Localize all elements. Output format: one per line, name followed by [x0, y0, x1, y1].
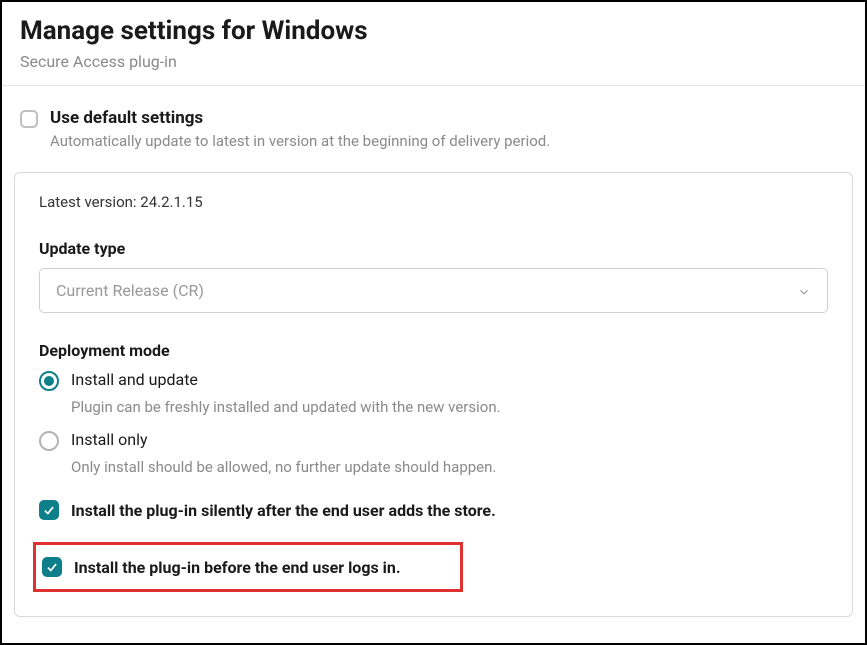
- radio-install-only[interactable]: Install only: [39, 430, 828, 452]
- page-title: Manage settings for Windows: [20, 16, 847, 46]
- highlight-box: Install the plug-in before the end user …: [33, 542, 463, 592]
- default-settings-checkbox[interactable]: [20, 110, 38, 128]
- radio-install-update[interactable]: Install and update: [39, 370, 828, 392]
- radio-install-only-description: Only install should be allowed, no furth…: [71, 458, 828, 476]
- silent-install-checkbox[interactable]: [39, 500, 59, 520]
- deployment-mode-radio-group: Install and update Plugin can be freshly…: [39, 370, 828, 476]
- default-settings-description: Automatically update to latest in versio…: [50, 132, 550, 150]
- check-icon: [45, 560, 59, 574]
- default-settings-text: Use default settings Automatically updat…: [50, 108, 550, 150]
- settings-card: Latest version: 24.2.1.15 Update type Cu…: [14, 172, 853, 617]
- silent-install-label: Install the plug-in silently after the e…: [71, 501, 496, 520]
- latest-version-label: Latest version: 24.2.1.15: [39, 193, 828, 211]
- radio-install-update-label: Install and update: [71, 370, 198, 389]
- check-icon: [42, 503, 56, 517]
- default-settings-row: Use default settings Automatically updat…: [2, 86, 865, 162]
- default-settings-title: Use default settings: [50, 108, 550, 128]
- update-type-value: Current Release (CR): [56, 281, 204, 300]
- deployment-mode-label: Deployment mode: [39, 341, 828, 360]
- header: Manage settings for Windows Secure Acces…: [2, 2, 865, 86]
- radio-install-update-input[interactable]: [39, 371, 59, 391]
- install-before-login-label: Install the plug-in before the end user …: [74, 558, 401, 577]
- radio-install-only-label: Install only: [71, 430, 148, 449]
- page-subtitle: Secure Access plug-in: [20, 52, 847, 71]
- radio-install-only-input[interactable]: [39, 431, 59, 451]
- silent-install-row[interactable]: Install the plug-in silently after the e…: [39, 496, 828, 524]
- chevron-down-icon: [797, 284, 811, 298]
- update-type-select[interactable]: Current Release (CR): [39, 268, 828, 313]
- install-before-login-checkbox[interactable]: [42, 557, 62, 577]
- install-before-login-row[interactable]: Install the plug-in before the end user …: [40, 553, 450, 581]
- radio-install-update-description: Plugin can be freshly installed and upda…: [71, 398, 828, 416]
- update-type-label: Update type: [39, 239, 828, 258]
